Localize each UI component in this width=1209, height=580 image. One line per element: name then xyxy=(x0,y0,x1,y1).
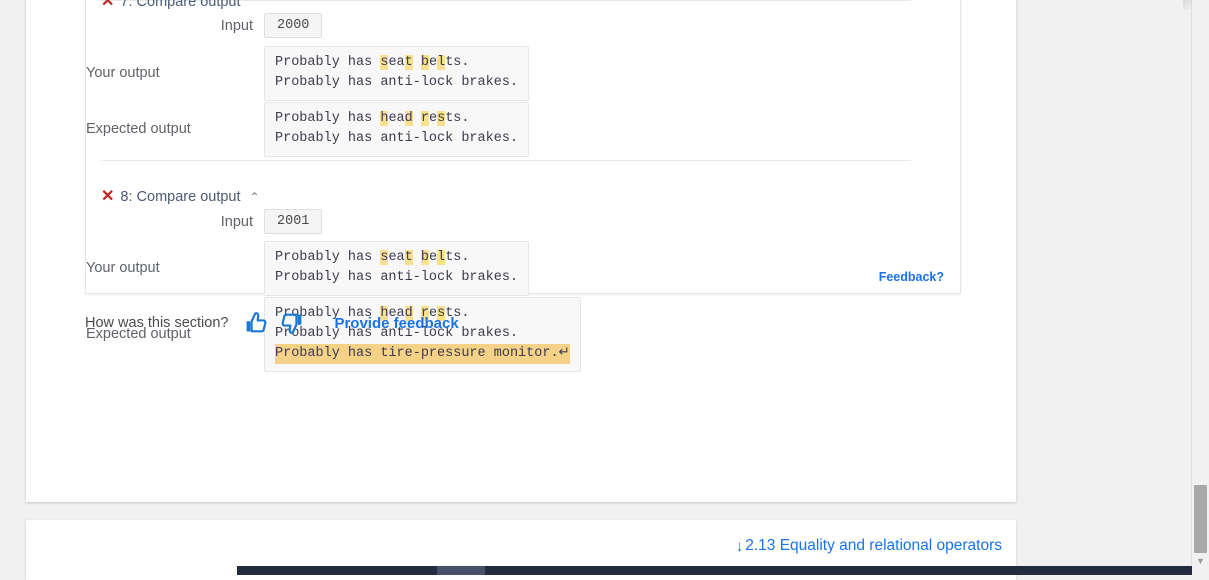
chevron-up-icon[interactable]: ⌃ xyxy=(250,0,260,8)
expected-output-box: Probably has head rests. Probably has an… xyxy=(264,102,530,157)
scroll-down-arrow-icon[interactable]: ▼ xyxy=(1195,556,1206,567)
bottom-status-bar xyxy=(237,566,1192,575)
test-case-8-your-output-row: Your output Probably has seat belts. Pro… xyxy=(86,241,530,296)
section-feedback-row: How was this section? Provide feedback xyxy=(85,310,459,336)
your-output-box: Probably has seat belts. Probably has an… xyxy=(264,241,530,296)
vertical-scrollbar-track[interactable]: ▼ xyxy=(1191,0,1209,575)
thumbs-up-icon[interactable] xyxy=(244,310,270,336)
test-case-7-your-output-row: Your output Probably has seat belts. Pro… xyxy=(86,46,530,101)
provide-feedback-button[interactable]: Provide feedback xyxy=(334,315,458,332)
test-case-7-expected-output-row: Expected output Probably has head rests.… xyxy=(86,102,530,157)
page-root: ✕ 7: Compare output ⌃ Input 2000 Your ou… xyxy=(0,0,1209,580)
test-case-8-header[interactable]: ✕ 8: Compare output ⌃ xyxy=(101,188,260,206)
vertical-scrollbar-thumb[interactable] xyxy=(1194,485,1207,553)
test-case-7-header[interactable]: ✕ 7: Compare output ⌃ xyxy=(101,0,260,10)
section-feedback-question: How was this section? xyxy=(85,315,229,331)
feedback-link[interactable]: Feedback? xyxy=(879,270,944,284)
chevron-up-icon[interactable]: ⌃ xyxy=(250,191,260,203)
your-output-box: Probably has seat belts. Probably has an… xyxy=(264,46,530,101)
input-label: Input xyxy=(220,17,253,34)
divider xyxy=(101,160,911,161)
input-value: 2001 xyxy=(264,209,323,234)
test-results-card: ✕ 7: Compare output ⌃ Input 2000 Your ou… xyxy=(85,0,961,372)
test-case-7-input-row: Input 2000 xyxy=(86,13,323,38)
test-case-8-input-row: Input 2001 xyxy=(86,209,323,234)
your-output-label: Your output xyxy=(86,260,160,276)
section-card: ✕ 7: Compare output ⌃ Input 2000 Your ou… xyxy=(26,0,1016,502)
test-case-7-title: 7: Compare output xyxy=(120,0,241,10)
input-value: 2000 xyxy=(264,13,323,38)
test-case-8-title: 8: Compare output xyxy=(120,189,241,205)
next-section-link[interactable]: ↓ 2.13 Equality and relational operators xyxy=(736,537,1002,555)
bottom-status-bar-segment xyxy=(437,566,485,575)
arrow-down-icon: ↓ xyxy=(735,537,744,555)
your-output-label: Your output xyxy=(86,65,160,81)
expected-output-label: Expected output xyxy=(86,121,191,137)
fail-x-icon: ✕ xyxy=(101,188,115,205)
next-section-label: 2.13 Equality and relational operators xyxy=(745,537,1002,554)
scroll-shadow xyxy=(1183,0,1192,9)
input-label: Input xyxy=(220,213,253,230)
thumbs-down-icon[interactable] xyxy=(278,310,304,336)
fail-x-icon: ✕ xyxy=(101,0,115,10)
